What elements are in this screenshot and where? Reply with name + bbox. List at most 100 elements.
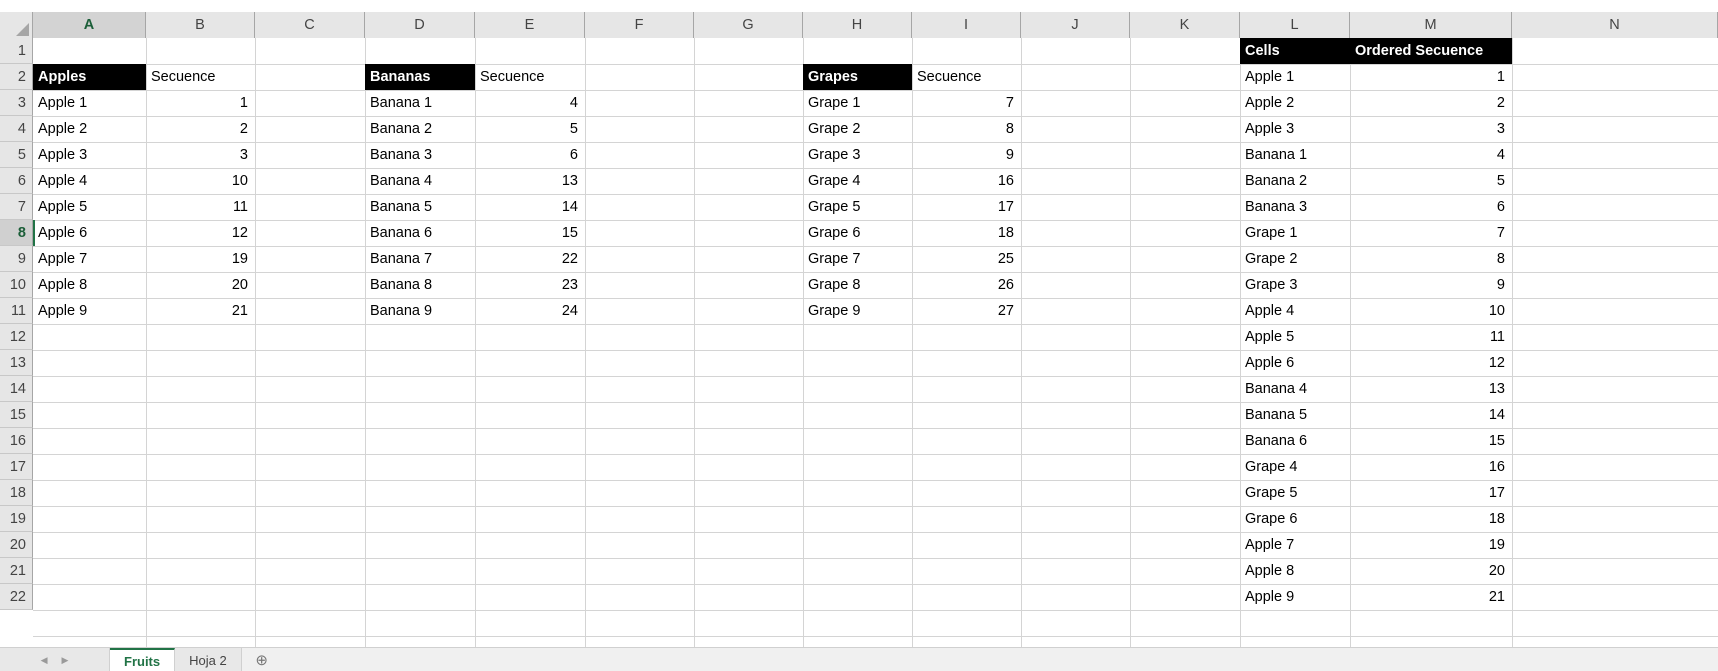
grapes-item-value[interactable]: 25 — [912, 246, 1021, 272]
row-header-19[interactable]: 19 — [0, 506, 33, 532]
row-header-5[interactable]: 5 — [0, 142, 33, 168]
row-header-16[interactable]: 16 — [0, 428, 33, 454]
ordered-cell-label[interactable]: Grape 4 — [1240, 454, 1350, 480]
sheet-nav-controls[interactable]: ◀ ▶ — [0, 648, 110, 671]
grapes-item-label[interactable]: Grape 1 — [803, 90, 912, 116]
grapes-item-value[interactable]: 26 — [912, 272, 1021, 298]
ordered-cell-label[interactable]: Banana 4 — [1240, 376, 1350, 402]
ordered-cells-header[interactable]: Cells — [1240, 38, 1350, 64]
column-header-k[interactable]: K — [1130, 12, 1240, 38]
row-header-9[interactable]: 9 — [0, 246, 33, 272]
ordered-cell-value[interactable]: 7 — [1350, 220, 1512, 246]
row-header-12[interactable]: 12 — [0, 324, 33, 350]
ordered-cell-value[interactable]: 12 — [1350, 350, 1512, 376]
apples-item-label[interactable]: Apple 6 — [33, 220, 146, 246]
ordered-cell-value[interactable]: 13 — [1350, 376, 1512, 402]
grapes-item-value[interactable]: 7 — [912, 90, 1021, 116]
apples-item-label[interactable]: Apple 9 — [33, 298, 146, 324]
grapes-item-label[interactable]: Grape 2 — [803, 116, 912, 142]
grapes-item-label[interactable]: Grape 5 — [803, 194, 912, 220]
ordered-cell-label[interactable]: Apple 2 — [1240, 90, 1350, 116]
bananas-item-label[interactable]: Banana 5 — [365, 194, 475, 220]
apples-item-value[interactable]: 20 — [146, 272, 255, 298]
apples-item-value[interactable]: 11 — [146, 194, 255, 220]
row-header-14[interactable]: 14 — [0, 376, 33, 402]
bananas-item-value[interactable]: 15 — [475, 220, 585, 246]
grapes-item-label[interactable]: Grape 4 — [803, 168, 912, 194]
column-header-g[interactable]: G — [694, 12, 803, 38]
ordered-cell-value[interactable]: 15 — [1350, 428, 1512, 454]
ordered-cell-value[interactable]: 8 — [1350, 246, 1512, 272]
apples-item-value[interactable]: 19 — [146, 246, 255, 272]
column-header-n[interactable]: N — [1512, 12, 1718, 38]
apples-item-label[interactable]: Apple 1 — [33, 90, 146, 116]
bananas-item-value[interactable]: 14 — [475, 194, 585, 220]
bananas-item-label[interactable]: Banana 9 — [365, 298, 475, 324]
bananas-item-label[interactable]: Banana 1 — [365, 90, 475, 116]
bananas-item-label[interactable]: Banana 2 — [365, 116, 475, 142]
row-header-3[interactable]: 3 — [0, 90, 33, 116]
row-header-4[interactable]: 4 — [0, 116, 33, 142]
bananas-item-value[interactable]: 23 — [475, 272, 585, 298]
column-header-h[interactable]: H — [803, 12, 912, 38]
ordered-cell-value[interactable]: 18 — [1350, 506, 1512, 532]
add-sheet-icon[interactable]: ⊕ — [242, 648, 282, 671]
ordered-cell-value[interactable]: 6 — [1350, 194, 1512, 220]
ordered-cell-value[interactable]: 20 — [1350, 558, 1512, 584]
sheet-tab-fruits[interactable]: Fruits — [110, 648, 176, 671]
column-header-j[interactable]: J — [1021, 12, 1130, 38]
apples-item-label[interactable]: Apple 4 — [33, 168, 146, 194]
ordered-cell-value[interactable]: 10 — [1350, 298, 1512, 324]
column-header-c[interactable]: C — [255, 12, 365, 38]
row-header-8[interactable]: 8 — [0, 220, 33, 246]
ordered-cell-value[interactable]: 1 — [1350, 64, 1512, 90]
column-header-b[interactable]: B — [146, 12, 255, 38]
bananas-item-value[interactable]: 5 — [475, 116, 585, 142]
grapes-item-label[interactable]: Grape 3 — [803, 142, 912, 168]
ordered-cell-label[interactable]: Grape 2 — [1240, 246, 1350, 272]
bananas-sequence-header[interactable]: Secuence — [475, 64, 585, 90]
apples-item-value[interactable]: 12 — [146, 220, 255, 246]
ordered-cell-value[interactable]: 17 — [1350, 480, 1512, 506]
ordered-cell-label[interactable]: Banana 5 — [1240, 402, 1350, 428]
row-header-2[interactable]: 2 — [0, 64, 33, 90]
row-header-7[interactable]: 7 — [0, 194, 33, 220]
ordered-cell-label[interactable]: Grape 6 — [1240, 506, 1350, 532]
ordered-cell-label[interactable]: Banana 3 — [1240, 194, 1350, 220]
apples-item-label[interactable]: Apple 5 — [33, 194, 146, 220]
ordered-cell-label[interactable]: Apple 7 — [1240, 532, 1350, 558]
bananas-item-value[interactable]: 4 — [475, 90, 585, 116]
ordered-cell-value[interactable]: 16 — [1350, 454, 1512, 480]
column-header-l[interactable]: L — [1240, 12, 1350, 38]
ordered-cell-value[interactable]: 9 — [1350, 272, 1512, 298]
grapes-item-value[interactable]: 9 — [912, 142, 1021, 168]
ordered-cell-label[interactable]: Banana 6 — [1240, 428, 1350, 454]
ordered-cell-label[interactable]: Grape 5 — [1240, 480, 1350, 506]
ordered-cell-label[interactable]: Banana 1 — [1240, 142, 1350, 168]
column-header-i[interactable]: I — [912, 12, 1021, 38]
bananas-item-value[interactable]: 22 — [475, 246, 585, 272]
ordered-cell-label[interactable]: Grape 3 — [1240, 272, 1350, 298]
ordered-cell-label[interactable]: Apple 8 — [1240, 558, 1350, 584]
ordered-cell-value[interactable]: 11 — [1350, 324, 1512, 350]
prev-sheet-icon[interactable]: ◀ — [41, 655, 48, 666]
column-header-e[interactable]: E — [475, 12, 585, 38]
grapes-item-value[interactable]: 8 — [912, 116, 1021, 142]
column-header-a[interactable]: A — [33, 12, 146, 38]
row-header-18[interactable]: 18 — [0, 480, 33, 506]
grapes-item-value[interactable]: 27 — [912, 298, 1021, 324]
grapes-item-label[interactable]: Grape 6 — [803, 220, 912, 246]
apples-item-label[interactable]: Apple 7 — [33, 246, 146, 272]
row-header-17[interactable]: 17 — [0, 454, 33, 480]
ordered-cell-value[interactable]: 14 — [1350, 402, 1512, 428]
ordered-cell-value[interactable]: 2 — [1350, 90, 1512, 116]
grapes-item-value[interactable]: 18 — [912, 220, 1021, 246]
row-header-10[interactable]: 10 — [0, 272, 33, 298]
apples-item-value[interactable]: 3 — [146, 142, 255, 168]
row-header-6[interactable]: 6 — [0, 168, 33, 194]
bananas-item-label[interactable]: Banana 4 — [365, 168, 475, 194]
bananas-item-label[interactable]: Banana 3 — [365, 142, 475, 168]
grapes-item-label[interactable]: Grape 9 — [803, 298, 912, 324]
bananas-item-value[interactable]: 6 — [475, 142, 585, 168]
column-header-d[interactable]: D — [365, 12, 475, 38]
